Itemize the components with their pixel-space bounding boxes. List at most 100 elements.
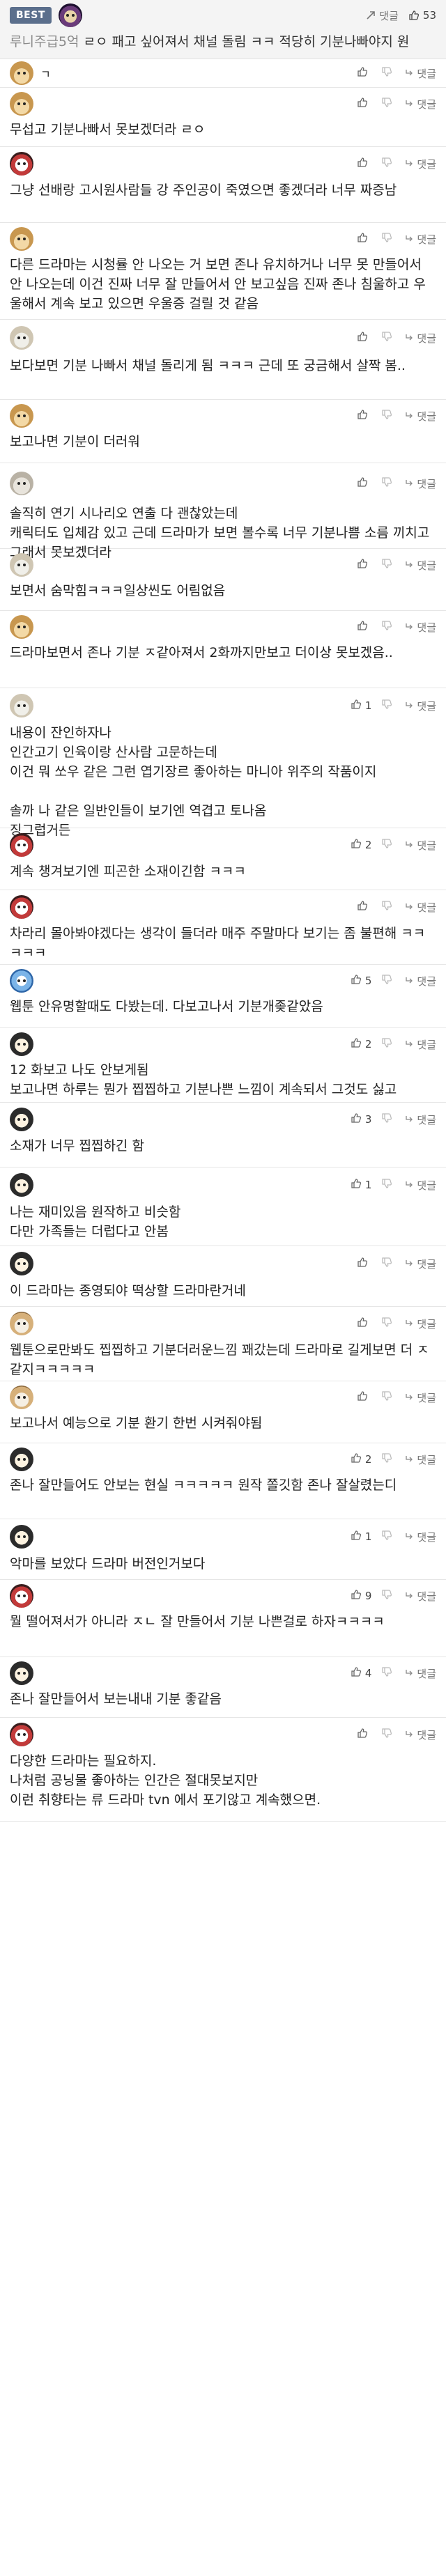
like-button[interactable] <box>357 1390 371 1404</box>
like-button[interactable] <box>357 620 371 634</box>
avatar[interactable] <box>10 1723 33 1746</box>
like-count: 4 <box>364 1667 372 1679</box>
avatar[interactable] <box>10 833 33 857</box>
dislike-button[interactable] <box>381 97 392 111</box>
avatar[interactable] <box>10 1312 33 1335</box>
dislike-button[interactable] <box>381 1037 392 1051</box>
dislike-button[interactable] <box>381 699 392 713</box>
like-button[interactable] <box>357 558 371 572</box>
like-button[interactable]: 2 <box>351 838 371 852</box>
reply-button[interactable]: 댓글 <box>405 97 436 111</box>
reply-button[interactable]: 댓글 <box>405 974 436 988</box>
avatar[interactable] <box>10 1173 33 1197</box>
dislike-button[interactable] <box>381 1452 392 1466</box>
like-button[interactable]: 3 <box>351 1112 371 1126</box>
dislike-button[interactable] <box>381 1317 392 1330</box>
reply-button[interactable]: 댓글 <box>405 1317 436 1331</box>
reply-button[interactable]: 댓글 <box>405 1257 436 1271</box>
dislike-button[interactable] <box>381 157 392 171</box>
avatar[interactable] <box>10 61 33 85</box>
avatar[interactable] <box>10 326 33 350</box>
dislike-button[interactable] <box>381 974 392 988</box>
reply-button[interactable]: 댓글 <box>405 476 436 491</box>
dislike-button[interactable] <box>381 900 392 914</box>
avatar[interactable] <box>10 1108 33 1131</box>
reply-button[interactable]: 댓글 <box>405 900 436 915</box>
avatar[interactable] <box>10 1448 33 1471</box>
like-button[interactable]: 4 <box>351 1666 372 1680</box>
avatar[interactable] <box>10 1525 33 1549</box>
reply-button[interactable]: 댓글 <box>366 8 399 23</box>
like-button[interactable] <box>357 1257 371 1271</box>
dislike-button[interactable] <box>381 1589 392 1603</box>
reply-button[interactable]: 댓글 <box>405 1178 436 1193</box>
like-button[interactable] <box>357 476 371 490</box>
dislike-button[interactable] <box>381 1530 392 1544</box>
reply-button[interactable]: 댓글 <box>405 1589 436 1604</box>
avatar[interactable] <box>10 694 33 717</box>
like-button[interactable]: 1 <box>351 1178 371 1192</box>
like-button[interactable]: 5 <box>351 974 371 988</box>
like-button[interactable]: 9 <box>351 1589 371 1603</box>
dislike-button[interactable] <box>381 1666 392 1680</box>
dislike-button[interactable] <box>381 66 392 80</box>
avatar[interactable] <box>10 1386 33 1409</box>
avatar[interactable] <box>10 553 33 577</box>
dislike-button[interactable] <box>381 476 392 490</box>
avatar[interactable] <box>10 1661 33 1685</box>
dislike-button[interactable] <box>381 409 392 423</box>
reply-button[interactable]: 댓글 <box>405 157 436 171</box>
avatar[interactable] <box>10 404 33 428</box>
like-button[interactable] <box>357 1317 371 1330</box>
dislike-button[interactable] <box>381 620 392 634</box>
like-button[interactable] <box>357 97 371 111</box>
reply-button[interactable]: 댓글 <box>405 232 436 247</box>
avatar[interactable] <box>10 895 33 919</box>
reply-button[interactable]: 댓글 <box>405 558 436 573</box>
reply-button[interactable]: 댓글 <box>405 1112 436 1127</box>
reply-button[interactable]: 댓글 <box>405 1728 436 1742</box>
reply-button[interactable]: 댓글 <box>405 409 436 424</box>
dislike-button[interactable] <box>381 838 392 852</box>
dislike-button[interactable] <box>381 1178 392 1192</box>
dislike-button[interactable] <box>381 1390 392 1404</box>
reply-button[interactable]: 댓글 <box>405 66 436 81</box>
like-button[interactable] <box>357 409 371 423</box>
like-button[interactable]: 1 <box>351 1530 371 1544</box>
avatar[interactable] <box>10 92 33 116</box>
dislike-button[interactable] <box>381 1257 392 1271</box>
avatar[interactable] <box>10 1032 33 1056</box>
reply-button[interactable]: 댓글 <box>405 1452 436 1467</box>
reply-button[interactable]: 댓글 <box>405 699 436 713</box>
reply-button[interactable]: 댓글 <box>405 1530 436 1544</box>
like-button[interactable] <box>357 331 371 345</box>
dislike-button[interactable] <box>381 558 392 572</box>
avatar[interactable] <box>10 472 33 495</box>
dislike-button[interactable] <box>381 1112 392 1126</box>
like-button[interactable] <box>357 1728 371 1741</box>
avatar[interactable] <box>58 3 82 27</box>
like-button[interactable]: 2 <box>351 1037 371 1051</box>
like-button[interactable]: 1 <box>351 699 371 713</box>
reply-button[interactable]: 댓글 <box>405 838 436 853</box>
reply-button[interactable]: 댓글 <box>405 1666 436 1681</box>
like-button[interactable] <box>357 900 371 914</box>
avatar[interactable] <box>10 152 33 176</box>
like-button[interactable]: 53 <box>408 9 436 22</box>
avatar[interactable] <box>10 1584 33 1608</box>
avatar[interactable] <box>10 227 33 251</box>
like-button[interactable]: 2 <box>351 1452 371 1466</box>
avatar[interactable] <box>10 969 33 993</box>
like-button[interactable] <box>357 157 371 171</box>
avatar[interactable] <box>10 1252 33 1275</box>
avatar[interactable] <box>10 615 33 639</box>
reply-button[interactable]: 댓글 <box>405 620 436 635</box>
reply-button[interactable]: 댓글 <box>405 1390 436 1405</box>
dislike-button[interactable] <box>381 232 392 246</box>
like-button[interactable] <box>357 232 371 246</box>
reply-button[interactable]: 댓글 <box>405 331 436 346</box>
reply-button[interactable]: 댓글 <box>405 1037 436 1052</box>
like-button[interactable] <box>357 66 371 80</box>
dislike-button[interactable] <box>381 1728 392 1741</box>
dislike-button[interactable] <box>381 331 392 345</box>
